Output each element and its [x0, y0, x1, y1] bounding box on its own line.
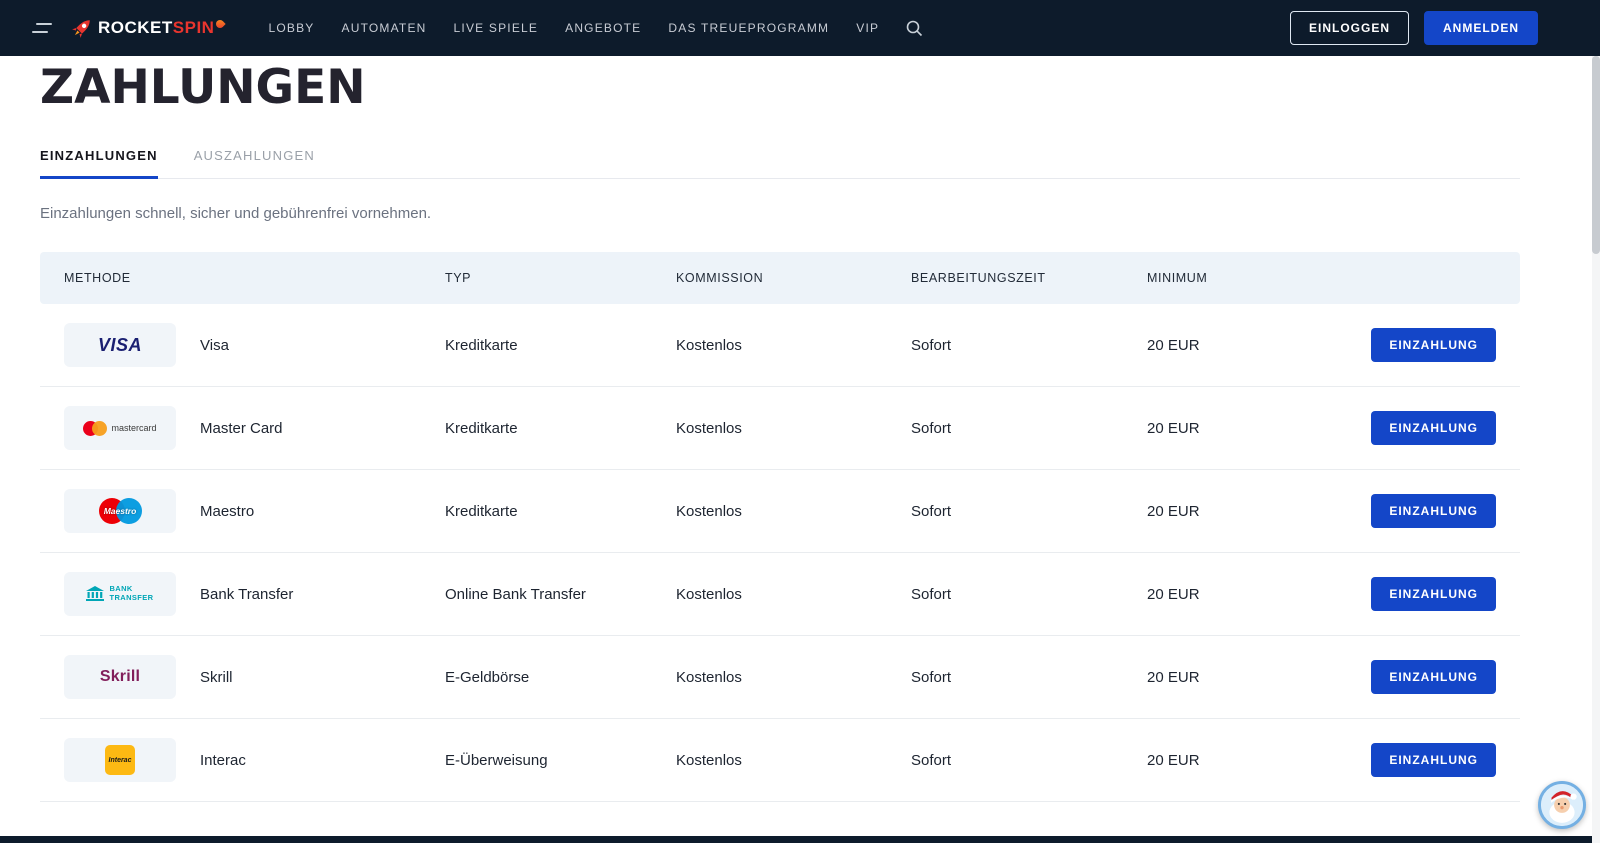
menu-icon[interactable] [32, 23, 52, 33]
rocket-icon [70, 16, 94, 40]
deposit-button[interactable]: EINZAHLUNG [1371, 328, 1496, 362]
nav-item-lobby[interactable]: LOBBY [268, 21, 314, 35]
mastercard-logo: mastercard [64, 406, 176, 450]
maestro-circles-icon: Maestro [99, 498, 142, 524]
topbar: ROCKETSPIN LOBBY AUTOMATEN LIVE SPIELE A… [0, 0, 1600, 56]
deposit-button[interactable]: EINZAHLUNG [1371, 743, 1496, 777]
typ-value: Kreditkarte [445, 420, 676, 437]
deposit-button[interactable]: EINZAHLUNG [1371, 494, 1496, 528]
bank-transfer-logo: BANK TRANSFER [64, 572, 176, 616]
kommission-value: Kostenlos [676, 669, 911, 686]
payments-table: METHODE TYP KOMMISSION BEARBEITUNGSZEIT … [40, 252, 1520, 802]
kommission-value: Kostenlos [676, 503, 911, 520]
skrill-logo: Skrill [64, 655, 176, 699]
bank-transfer-wordmark: BANK TRANSFER [109, 585, 153, 602]
page-title: ZAHLUNGEN [40, 64, 1592, 112]
interac-icon: Interac [105, 745, 135, 775]
typ-value: Online Bank Transfer [445, 586, 676, 603]
tab-einzahlungen[interactable]: EINZAHLUNGEN [40, 148, 158, 179]
kommission-value: Kostenlos [676, 752, 911, 769]
bearbeitungszeit-value: Sofort [911, 420, 1147, 437]
typ-value: Kreditkarte [445, 337, 676, 354]
bank-icon [86, 586, 104, 602]
brand-logo[interactable]: ROCKETSPIN [70, 16, 224, 40]
table-header: METHODE TYP KOMMISSION BEARBEITUNGSZEIT … [40, 252, 1520, 304]
method-name: Bank Transfer [200, 586, 293, 603]
typ-value: E-Überweisung [445, 752, 676, 769]
method-name: Maestro [200, 503, 254, 520]
table-row: Maestro Maestro Kreditkarte Kostenlos So… [40, 470, 1520, 553]
kommission-value: Kostenlos [676, 337, 911, 354]
table-row: VISA Visa Kreditkarte Kostenlos Sofort 2… [40, 304, 1520, 387]
bearbeitungszeit-value: Sofort [911, 503, 1147, 520]
typ-value: Kreditkarte [445, 503, 676, 520]
visa-logo: VISA [64, 323, 176, 367]
method-name: Visa [200, 337, 229, 354]
intro-text: Einzahlungen schnell, sicher und gebühre… [40, 205, 1592, 222]
tab-auszahlungen[interactable]: AUSZAHLUNGEN [194, 148, 315, 178]
interac-logo: Interac [64, 738, 176, 782]
maestro-logo: Maestro [64, 489, 176, 533]
kommission-value: Kostenlos [676, 420, 911, 437]
minimum-value: 20 EUR [1147, 420, 1356, 437]
nav-item-treueprogramm[interactable]: DAS TREUEPROGRAMM [668, 21, 829, 35]
scrollbar-thumb[interactable] [1592, 56, 1600, 254]
bearbeitungszeit-value: Sofort [911, 752, 1147, 769]
column-header-typ: TYP [445, 271, 676, 285]
chat-widget-button[interactable] [1538, 781, 1586, 829]
payment-tabs: EINZAHLUNGEN AUSZAHLUNGEN [40, 148, 1520, 179]
flame-icon [215, 18, 226, 29]
column-header-bearbeitungszeit: BEARBEITUNGSZEIT [911, 271, 1147, 285]
minimum-value: 20 EUR [1147, 752, 1356, 769]
table-row: Interac Interac E-Überweisung Kostenlos … [40, 719, 1520, 802]
table-row: Skrill Skrill E-Geldbörse Kostenlos Sofo… [40, 636, 1520, 719]
santa-avatar-icon [1541, 784, 1583, 826]
footer-edge [0, 836, 1592, 843]
minimum-value: 20 EUR [1147, 503, 1356, 520]
method-name: Interac [200, 752, 246, 769]
table-row: BANK TRANSFER Bank Transfer Online Bank … [40, 553, 1520, 636]
scrollbar-track[interactable] [1592, 56, 1600, 843]
deposit-button[interactable]: EINZAHLUNG [1371, 660, 1496, 694]
method-name: Skrill [200, 669, 233, 686]
bearbeitungszeit-value: Sofort [911, 586, 1147, 603]
login-button[interactable]: EINLOGGEN [1290, 11, 1409, 45]
main-nav: LOBBY AUTOMATEN LIVE SPIELE ANGEBOTE DAS… [268, 21, 879, 35]
nav-item-automaten[interactable]: AUTOMATEN [342, 21, 427, 35]
bearbeitungszeit-value: Sofort [911, 337, 1147, 354]
column-header-minimum: MINIMUM [1147, 271, 1356, 285]
kommission-value: Kostenlos [676, 586, 911, 603]
column-header-kommission: KOMMISSION [676, 271, 911, 285]
minimum-value: 20 EUR [1147, 669, 1356, 686]
auth-actions: EINLOGGEN ANMELDEN [1290, 11, 1538, 45]
nav-item-live-spiele[interactable]: LIVE SPIELE [454, 21, 539, 35]
main-content: ZAHLUNGEN EINZAHLUNGEN AUSZAHLUNGEN Einz… [0, 56, 1592, 802]
typ-value: E-Geldbörse [445, 669, 676, 686]
column-header-methode: METHODE [64, 271, 445, 285]
minimum-value: 20 EUR [1147, 586, 1356, 603]
deposit-button[interactable]: EINZAHLUNG [1371, 577, 1496, 611]
mastercard-circles-icon [83, 421, 107, 436]
nav-item-angebote[interactable]: ANGEBOTE [565, 21, 641, 35]
deposit-button[interactable]: EINZAHLUNG [1371, 411, 1496, 445]
nav-item-vip[interactable]: VIP [856, 21, 879, 35]
search-icon[interactable] [905, 19, 923, 37]
bearbeitungszeit-value: Sofort [911, 669, 1147, 686]
brand-name: ROCKETSPIN [98, 18, 224, 38]
method-name: Master Card [200, 420, 283, 437]
signup-button[interactable]: ANMELDEN [1424, 11, 1538, 45]
minimum-value: 20 EUR [1147, 337, 1356, 354]
page: ROCKETSPIN LOBBY AUTOMATEN LIVE SPIELE A… [0, 0, 1600, 843]
table-row: mastercard Master Card Kreditkarte Koste… [40, 387, 1520, 470]
